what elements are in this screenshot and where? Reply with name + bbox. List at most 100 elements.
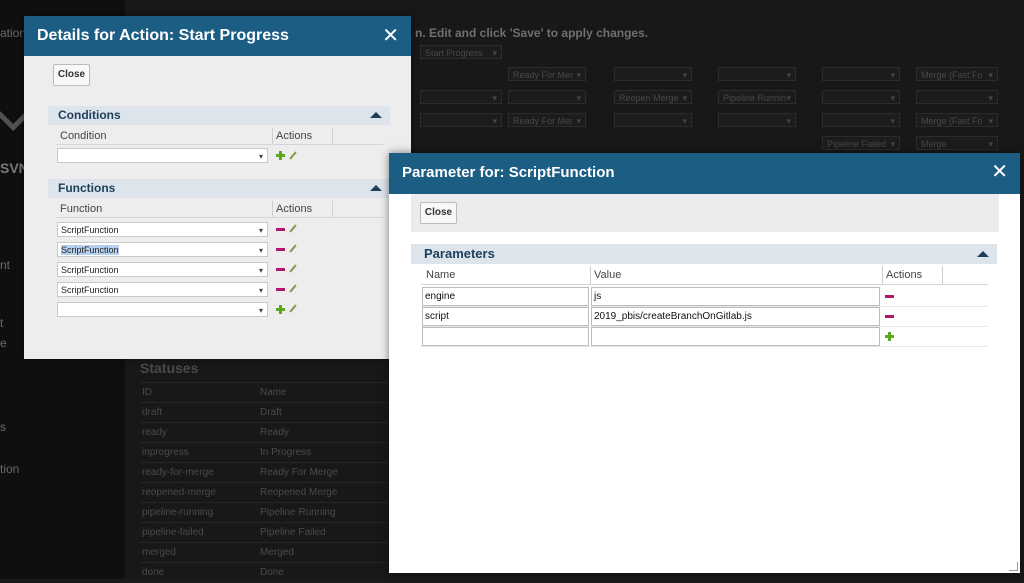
add-icon[interactable] [276, 151, 285, 160]
function-column-header: Function [60, 203, 103, 215]
collapse-icon[interactable] [370, 185, 382, 191]
transition-select: Ready For Mer [508, 67, 586, 82]
divider [421, 346, 988, 347]
transition-select: Pipeline Runnin [718, 90, 796, 105]
transition-select: Start Progress [420, 45, 502, 60]
transition-select: Pipeline Failed [822, 136, 900, 151]
resize-handle[interactable] [1009, 562, 1018, 571]
param-value-input[interactable]: 2019_pbis/createBranchOnGitlab.js [591, 307, 880, 326]
transition-select [420, 113, 502, 128]
edit-icon[interactable] [289, 264, 297, 273]
edit-icon[interactable] [289, 244, 297, 253]
parameters-section-header[interactable]: Parameters [411, 244, 997, 264]
actions-column-header: Actions [886, 269, 923, 281]
parameter-dialog: Parameter for: ScriptFunction ✕ Close Pa… [389, 153, 1020, 573]
function-select[interactable]: ScriptFunction ▾ [57, 242, 268, 257]
actions-column-header: Actions [276, 130, 313, 142]
add-icon[interactable] [276, 305, 285, 314]
parameters-title: Parameters [424, 246, 495, 261]
column-divider [272, 201, 273, 217]
divider [56, 217, 384, 218]
parameter-dialog-titlebar[interactable]: Parameter for: ScriptFunction ✕ [389, 153, 1020, 194]
value-column-header: Value [594, 269, 622, 281]
transition-select [614, 67, 692, 82]
column-divider [332, 128, 333, 144]
transition-select [822, 67, 900, 82]
action-dialog-titlebar[interactable]: Details for Action: Start Progress ✕ [24, 16, 411, 56]
statuses-title: Statuses [140, 360, 199, 376]
transition-select: Merge [916, 136, 998, 151]
condition-select[interactable]: ▾ [57, 148, 268, 163]
edit-icon[interactable] [289, 151, 297, 160]
sidebar-item: ation [0, 26, 27, 40]
status-row: inprogress In Progress [140, 442, 400, 463]
column-divider [942, 266, 943, 284]
transition-select: Ready For Mer [508, 113, 586, 128]
remove-icon[interactable] [276, 248, 285, 251]
conditions-title: Conditions [58, 108, 121, 122]
column-divider [590, 266, 591, 284]
divider [56, 144, 384, 145]
param-value-input[interactable]: js [591, 287, 880, 306]
transition-select [614, 113, 692, 128]
action-dialog-title: Details for Action: Start Progress [37, 27, 289, 44]
sidebar-item: tion [0, 462, 20, 476]
remove-icon[interactable] [276, 228, 285, 231]
sidebar-item: nt [0, 258, 11, 272]
transition-select [822, 113, 900, 128]
sidebar-item: e [0, 336, 7, 350]
conditions-section-header[interactable]: Conditions [48, 106, 390, 125]
transition-select: Merge (Fast Fo [916, 67, 998, 82]
param-value-input[interactable] [591, 327, 880, 346]
actions-column-header: Actions [276, 203, 313, 215]
status-row: pipeline-failed Pipeline Failed [140, 522, 400, 543]
function-select[interactable]: ScriptFunction ▾ [57, 282, 268, 297]
param-name-input[interactable] [422, 327, 589, 346]
edit-icon[interactable] [289, 304, 297, 313]
column-divider [272, 128, 273, 144]
parameter-dialog-title: Parameter for: ScriptFunction [402, 164, 615, 181]
edit-icon[interactable] [289, 224, 297, 233]
transition-select [508, 90, 586, 105]
action-dialog-close-button[interactable]: Close [53, 64, 90, 86]
collapse-icon[interactable] [977, 251, 989, 257]
action-details-dialog: Details for Action: Start Progress ✕ Clo… [24, 16, 411, 359]
function-select[interactable]: ScriptFunction ▾ [57, 262, 268, 277]
status-row: pipeline-running Pipeline Running [140, 502, 400, 523]
transition-select [420, 90, 502, 105]
status-row: ID Name [140, 382, 400, 403]
parameter-dialog-toolbar [411, 194, 999, 232]
sidebar-item: s [0, 420, 6, 434]
add-icon[interactable] [885, 332, 894, 341]
status-row: reopened-merge Reopened Merge [140, 482, 400, 503]
function-select[interactable]: ▾ [57, 302, 268, 317]
transition-select: Reopen Merge [614, 90, 692, 105]
status-row: ready Ready [140, 422, 400, 443]
functions-title: Functions [58, 181, 116, 195]
remove-icon[interactable] [276, 288, 285, 291]
edit-icon[interactable] [289, 284, 297, 293]
sidebar-item: t [0, 316, 4, 330]
transition-select [718, 113, 796, 128]
functions-section-header[interactable]: Functions [48, 179, 390, 198]
divider [421, 284, 988, 285]
instruction-text: n. Edit and click 'Save' to apply change… [415, 26, 649, 40]
parameter-dialog-close-button[interactable]: Close [420, 202, 457, 224]
close-icon[interactable]: ✕ [991, 153, 1008, 192]
close-icon[interactable]: ✕ [382, 16, 399, 56]
column-divider [882, 266, 883, 284]
function-select[interactable]: ScriptFunction ▾ [57, 222, 268, 237]
transition-select: Merge (Fast Fo [916, 113, 998, 128]
status-row: done Done [140, 562, 400, 583]
status-row: ready-for-merge Ready For Merge [140, 462, 400, 483]
transition-select [822, 90, 900, 105]
param-name-input[interactable]: engine [422, 287, 589, 306]
collapse-icon[interactable] [370, 112, 382, 118]
remove-icon[interactable] [885, 295, 894, 298]
param-name-input[interactable]: script [422, 307, 589, 326]
condition-column-header: Condition [60, 130, 107, 142]
remove-icon[interactable] [276, 268, 285, 271]
remove-icon[interactable] [885, 315, 894, 318]
transition-select [718, 67, 796, 82]
status-row: merged Merged [140, 542, 400, 563]
